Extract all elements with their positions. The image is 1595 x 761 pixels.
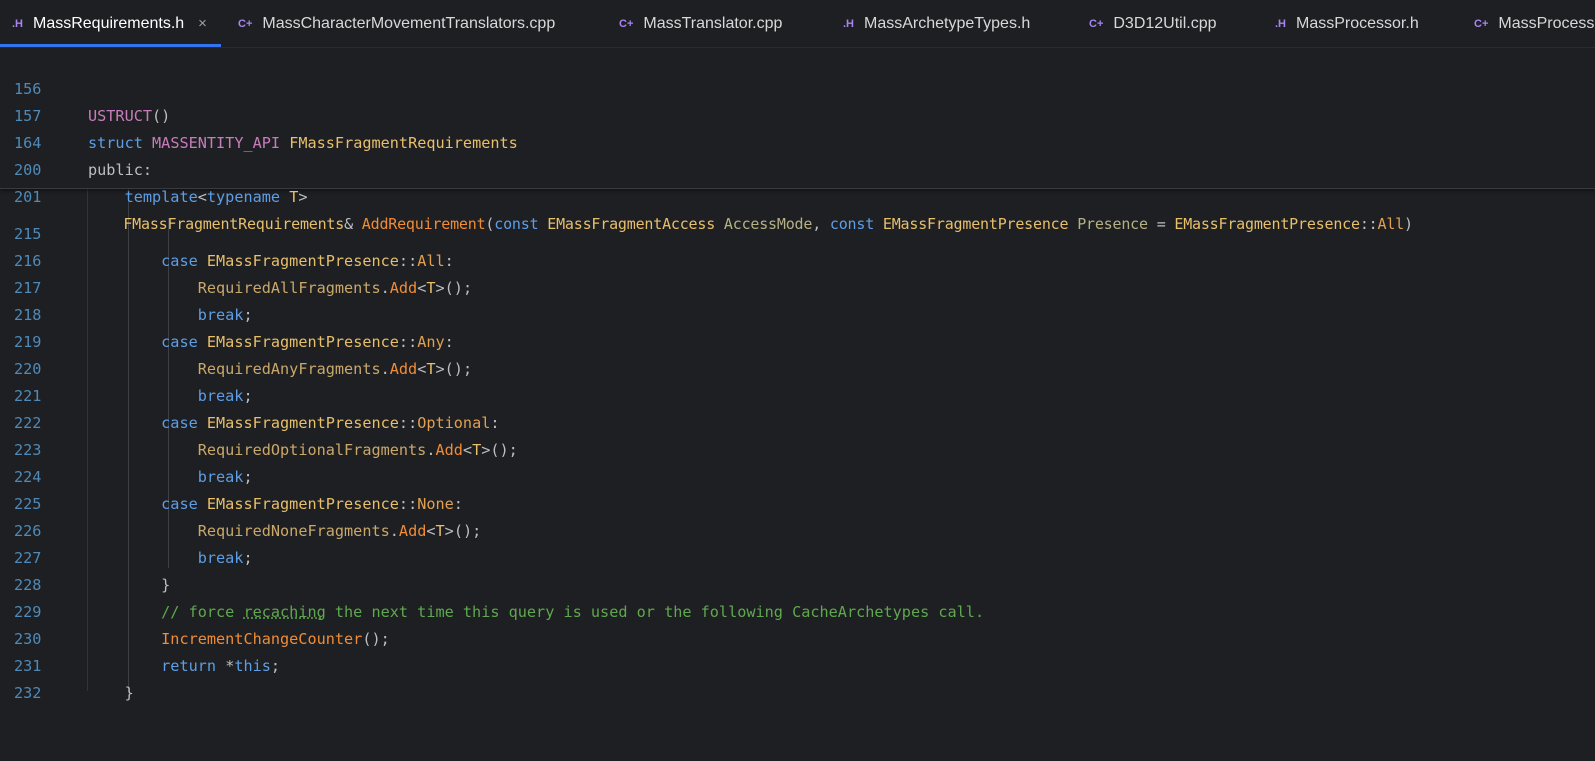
line-number: 201 — [14, 188, 42, 206]
line-number: 232 — [14, 684, 42, 702]
code-line[interactable]: 227 } — [0, 518, 1595, 594]
tab-mass-character-movement-translators-cpp[interactable]: C+ MassCharacterMovementTranslators.cpp — [238, 0, 555, 47]
cpp-file-icon: C+ — [619, 17, 634, 30]
code-line[interactable]: 224 case EMassFragmentPresence::None: — [0, 437, 1595, 513]
code-line[interactable]: 231 } — [0, 626, 1595, 702]
code-text: FMassFragmentRequirements& AddRequiremen… — [123, 215, 1413, 233]
tab-mass-archetype-types-h[interactable]: .H MassArchetypeTypes.h — [843, 0, 1030, 47]
tab-label: D3D12Util.cpp — [1113, 14, 1217, 32]
code-editor[interactable]: 156 USTRUCT() 157 struct MASSENTITY_API … — [0, 48, 1595, 702]
code-line[interactable]: 219 RequiredAnyFragments.Add<T>(); — [0, 302, 1595, 378]
sticky-line[interactable]: 201 FMassFragmentRequirements& AddRequir… — [0, 157, 1595, 233]
code-line[interactable]: 222 RequiredOptionalFragments.Add<T>(); — [0, 383, 1595, 459]
code-line[interactable]: 228 // force recaching the next time thi… — [0, 545, 1595, 621]
header-file-icon: .H — [12, 17, 23, 30]
code-line[interactable]: 226 break; — [0, 491, 1595, 567]
tab-label: MassRequirements.h — [33, 14, 185, 32]
code-line[interactable]: 221 case EMassFragmentPresence::Optional… — [0, 356, 1595, 432]
sticky-line[interactable]: 164 public: — [0, 103, 1595, 179]
sticky-scroll-header[interactable]: 156 USTRUCT() 157 struct MASSENTITY_API … — [0, 48, 1595, 233]
cpp-file-icon: C+ — [238, 17, 253, 30]
tab-mass-processor-h[interactable]: .H MassProcessor.h — [1275, 0, 1419, 47]
tab-d3d12util-cpp[interactable]: C+ D3D12Util.cpp — [1089, 0, 1217, 47]
tab-label: MassArchetypeTypes.h — [864, 14, 1031, 32]
sticky-line[interactable]: 200 template<typename T> — [0, 130, 1595, 206]
tab-mass-translator-cpp[interactable]: C+ MassTranslator.cpp — [619, 0, 782, 47]
code-line[interactable]: 230 return *this; — [0, 599, 1595, 675]
header-file-icon: .H — [843, 17, 854, 30]
tab-mass-requirements-h[interactable]: .H MassRequirements.h × — [0, 0, 221, 47]
cpp-file-icon: C+ — [1089, 17, 1104, 30]
code-line[interactable]: 232 — [0, 653, 1595, 702]
sticky-line[interactable]: 157 struct MASSENTITY_API FMassFragmentR… — [0, 76, 1595, 152]
code-line[interactable]: 220 break; — [0, 329, 1595, 405]
code-line[interactable]: 223 break; — [0, 410, 1595, 486]
code-line[interactable]: 229 IncrementChangeCounter(); — [0, 572, 1595, 648]
tab-label: MassCharacterMovementTranslators.cpp — [262, 14, 556, 32]
sticky-line[interactable]: 156 USTRUCT() — [0, 49, 1595, 125]
tab-label: MassProcessor.h — [1296, 14, 1419, 32]
code-text: template<typename T> — [124, 188, 308, 206]
cpp-file-icon: C+ — [1474, 17, 1489, 30]
header-file-icon: .H — [1275, 17, 1286, 30]
tab-mass-processor-cpp[interactable]: C+ MassProcesso — [1474, 0, 1595, 47]
close-icon[interactable]: × — [198, 15, 207, 32]
code-text: } — [88, 684, 134, 702]
code-line[interactable]: 217 break; — [0, 248, 1595, 324]
tab-label: MassTranslator.cpp — [643, 14, 783, 32]
code-line[interactable]: 218 case EMassFragmentPresence::Any: — [0, 275, 1595, 351]
tab-label: MassProcesso — [1498, 14, 1595, 32]
editor-tab-bar: .H MassRequirements.h × C+ MassCharacter… — [0, 0, 1595, 48]
code-line[interactable]: 225 RequiredNoneFragments.Add<T>(); — [0, 464, 1595, 540]
